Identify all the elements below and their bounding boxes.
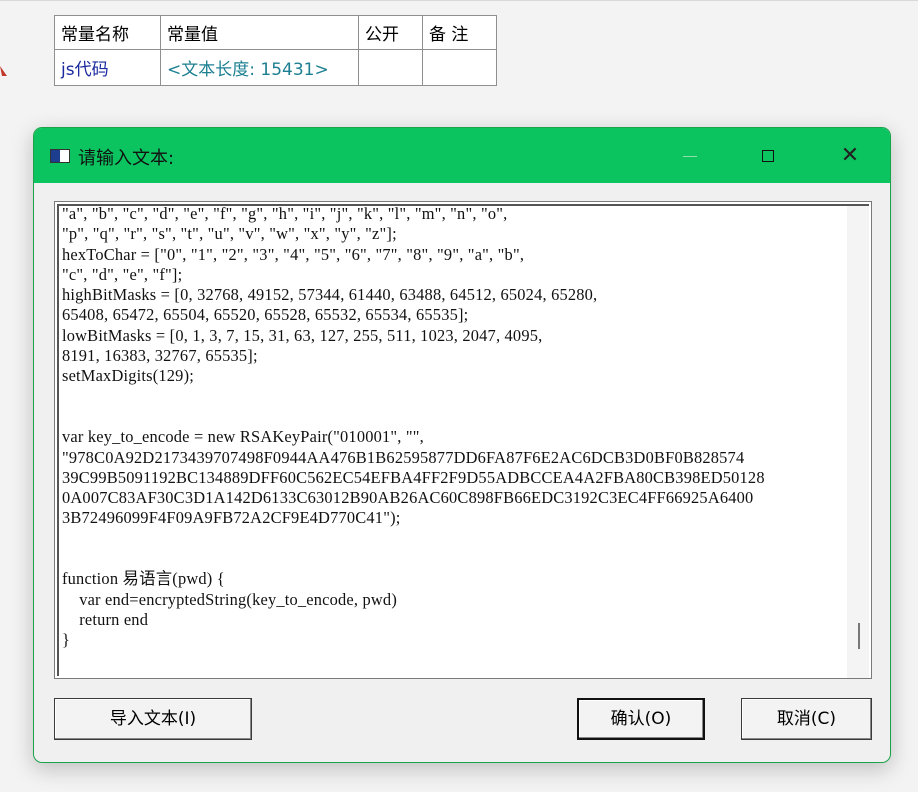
- vertical-scrollbar[interactable]: [847, 206, 869, 678]
- top-border: [0, 0, 918, 1]
- dialog-titlebar[interactable]: 请输入文本: ✕: [34, 128, 890, 183]
- cancel-button[interactable]: 取消(C): [741, 698, 872, 740]
- header-constant-value: 常量值: [160, 15, 359, 50]
- input-text-dialog: 请输入文本: ✕ "a", "b", "c", "d", "e", "f", "…: [33, 127, 891, 763]
- public-cell[interactable]: [358, 49, 423, 86]
- constant-name-cell[interactable]: js代码: [54, 49, 161, 86]
- dialog-title: 请输入文本:: [78, 148, 175, 169]
- constant-table: 常量名称 常量值 公开 备 注 js代码 <文本长度: 15431>: [54, 15, 497, 86]
- editor-frame: "a", "b", "c", "d", "e", "f", "g", "h", …: [57, 204, 869, 678]
- arrow-icon: [0, 66, 7, 76]
- confirm-button[interactable]: 确认(O): [577, 698, 705, 740]
- app-icon: [50, 149, 70, 163]
- text-editor[interactable]: "a", "b", "c", "d", "e", "f", "g", "h", …: [54, 201, 872, 679]
- constant-value-cell[interactable]: <文本长度: 15431>: [160, 49, 359, 86]
- table-header-row: 常量名称 常量值 公开 备 注: [54, 15, 497, 50]
- header-note: 备 注: [422, 15, 497, 50]
- note-cell[interactable]: [422, 49, 497, 86]
- editor-content[interactable]: "a", "b", "c", "d", "e", "f", "g", "h", …: [62, 204, 847, 651]
- scrollbar-thumb[interactable]: [858, 623, 860, 649]
- header-constant-name: 常量名称: [54, 15, 161, 50]
- import-text-button[interactable]: 导入文本(I): [54, 698, 252, 740]
- maximize-icon[interactable]: [746, 128, 790, 183]
- table-row[interactable]: js代码 <文本长度: 15431>: [54, 49, 497, 86]
- header-public: 公开: [358, 15, 423, 50]
- close-icon[interactable]: ✕: [828, 128, 872, 183]
- minimize-icon[interactable]: [668, 128, 712, 183]
